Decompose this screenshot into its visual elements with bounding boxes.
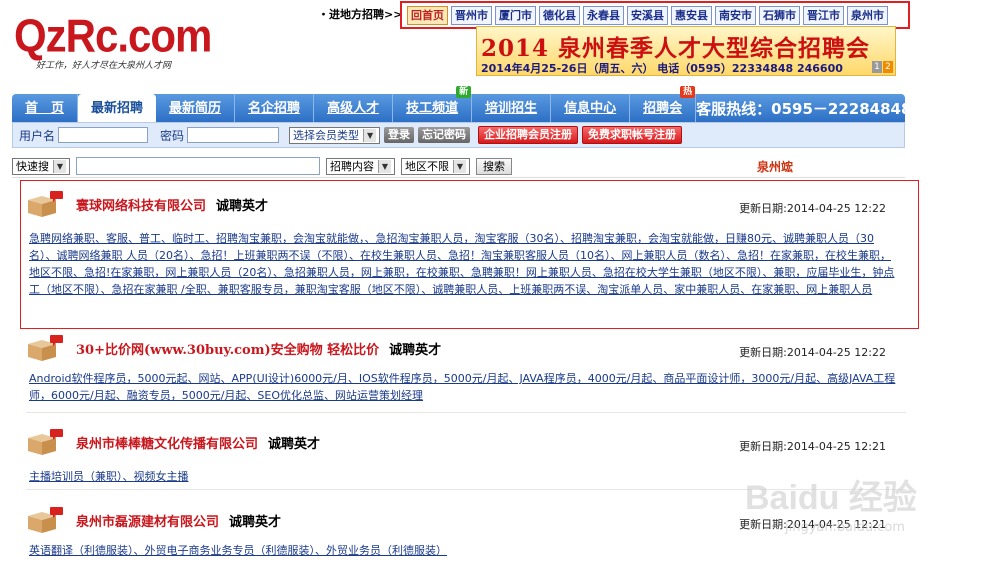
update-date: 更新日期:2014-04-25 12:21 — [739, 440, 886, 453]
hot-badge: 热 — [680, 86, 696, 98]
chevron-down-icon: ▼ — [378, 159, 391, 173]
company-name[interactable]: 30+比价网(www.30buy.com)安全购物 轻松比价 诚聘英才 — [76, 339, 441, 358]
divider — [12, 177, 905, 178]
company-name[interactable]: 泉州市磊源建材有限公司 诚聘英才 — [76, 511, 281, 530]
city-link-home[interactable]: 回首页 — [407, 6, 448, 25]
company-listing: 30+比价网(www.30buy.com)安全购物 轻松比价 诚聘英才 更新日期:… — [26, 332, 896, 402]
box-icon — [28, 429, 63, 455]
baidu-jingyan-watermark: Baidu 经验 jingyan.baidu.com — [745, 470, 965, 550]
banner-page-2[interactable]: 2 — [883, 61, 893, 73]
nav-info-center[interactable]: 信息中心 — [551, 94, 631, 122]
hiring-label: 诚聘英才 — [268, 437, 321, 452]
hiring-label: 诚聘英才 — [216, 199, 269, 214]
city-link[interactable]: 永春县 — [583, 6, 624, 25]
city-link[interactable]: 晋江市 — [803, 6, 844, 25]
company-name[interactable]: 寰球网络科技有限公司 诚聘英才 — [76, 195, 268, 214]
current-city[interactable]: 泉州竤 — [757, 158, 793, 175]
city-link[interactable]: 安溪县 — [627, 6, 668, 25]
quick-search-select[interactable]: 快速搜 ▼ — [12, 157, 70, 175]
job-links[interactable]: 主播培训员（兼职）、视频女主播 — [29, 470, 189, 483]
company-name[interactable]: 泉州市棒棒糖文化传播有限公司 诚聘英才 — [76, 433, 320, 452]
update-date: 更新日期:2014-04-25 12:22 — [739, 202, 886, 215]
city-link[interactable]: 石狮市 — [759, 6, 800, 25]
company-listing: 寰球网络科技有限公司 诚聘英才 更新日期:2014-04-25 12:22 急聘网… — [26, 188, 896, 296]
watermark-url: jingyan.baidu.com — [785, 520, 905, 535]
job-links[interactable]: 英语翻译（利德服装）、外贸电子商务业务专员（利德服装）、外贸业务员（利德服装） — [29, 544, 447, 557]
banner-page-1[interactable]: 1 — [872, 61, 882, 73]
nav-senior-talent[interactable]: 高级人才 — [314, 94, 394, 122]
banner-subtitle: 2014年4月25-26日（周五、六） 电话（0595）22334848 246… — [481, 62, 843, 75]
region-select[interactable]: 地区不限 ▼ — [401, 157, 470, 175]
chevron-down-icon: ▼ — [453, 159, 466, 173]
nav-job-fair[interactable]: 招聘会热 — [630, 86, 697, 122]
search-bar: 快速搜 ▼ 招聘内容 ▼ 地区不限 ▼ 搜索 泉州竤 — [12, 156, 905, 176]
company-listing: 泉州市棒棒糖文化传播有限公司 诚聘英才 更新日期:2014-04-25 12:21… — [26, 426, 896, 483]
banner-title: 2014 泉州春季人才大型综合招聘会 — [481, 35, 871, 62]
forgot-password-button[interactable]: 忘记密码 — [418, 127, 471, 143]
hiring-label: 诚聘英才 — [229, 515, 282, 530]
nav-latest-jobs[interactable]: 最新招聘 — [78, 94, 157, 122]
job-list[interactable]: 急聘网络兼职、客服、普工、临时工、招聘淘宝兼职，会淘宝就能做，、急招淘宝兼职人员… — [29, 230, 897, 298]
update-date: 更新日期:2014-04-25 12:22 — [739, 346, 886, 359]
watermark-text: Baidu 经验 — [745, 479, 917, 517]
city-link[interactable]: 泉州市 — [847, 6, 888, 25]
box-icon — [28, 335, 63, 361]
new-badge: 新 — [456, 86, 472, 98]
nav-technician[interactable]: 技工频道新 — [393, 86, 473, 122]
city-nav: 回首页 晋州市 厦门市 德化县 永春县 安溪县 惠安县 南安市 石狮市 晋江市 … — [407, 6, 888, 25]
divider — [26, 412, 906, 413]
login-button[interactable]: 登录 — [384, 127, 415, 143]
nav-famous-companies[interactable]: 名企招聘 — [235, 94, 315, 122]
city-nav-label: ・进地方招聘>> — [318, 8, 403, 21]
login-bar: 用户名 密码 选择会员类型 ▼ 登录 忘记密码 企业招聘会员注册 免费求职帐号注册 — [12, 122, 905, 148]
search-input[interactable] — [76, 157, 320, 175]
nav-home[interactable]: 首 页 — [12, 94, 79, 122]
city-link[interactable]: 厦门市 — [495, 6, 536, 25]
box-icon — [28, 191, 63, 217]
password-input[interactable] — [187, 127, 280, 143]
service-hotline: 客服热线：0595－22284848 — [696, 99, 912, 118]
username-label: 用户名 — [19, 128, 56, 143]
job-fair-banner[interactable]: 2014 泉州春季人才大型综合招聘会 2014年4月25-26日（周五、六） 电… — [476, 26, 896, 76]
city-link[interactable]: 惠安县 — [671, 6, 712, 25]
box-icon — [28, 507, 63, 533]
chevron-down-icon: ▼ — [363, 128, 377, 142]
site-logo[interactable]: QzRc.com — [14, 11, 212, 60]
member-type-select[interactable]: 选择会员类型 ▼ — [289, 126, 381, 144]
banner-pager: 1 2 — [872, 61, 893, 73]
chevron-down-icon: ▼ — [53, 159, 66, 173]
job-list[interactable]: Android软件程序员，5000元起、网站、APP(UI设计)6000元/月、… — [29, 370, 897, 404]
city-link[interactable]: 南安市 — [715, 6, 756, 25]
username-input[interactable] — [58, 127, 149, 143]
job-links[interactable]: 急聘网络兼职、客服、普工、临时工、招聘淘宝兼职，会淘宝就能做，、急招淘宝兼职人员… — [29, 232, 894, 296]
main-nav: 首 页 最新招聘 最新简历 名企招聘 高级人才 技工频道新 培训招生 信息中心 … — [12, 86, 911, 122]
nav-latest-resumes[interactable]: 最新简历 — [156, 94, 236, 122]
search-field-select[interactable]: 招聘内容 ▼ — [326, 157, 395, 175]
search-button[interactable]: 搜索 — [476, 157, 512, 175]
jobseeker-register-button[interactable]: 免费求职帐号注册 — [582, 126, 683, 144]
job-links[interactable]: Android软件程序员，5000元起、网站、APP(UI设计)6000元/月、… — [29, 372, 895, 402]
nav-training[interactable]: 培训招生 — [472, 94, 552, 122]
hiring-label: 诚聘英才 — [389, 343, 442, 358]
company-register-button[interactable]: 企业招聘会员注册 — [478, 126, 579, 144]
site-slogan: 好工作，好人才尽在大泉州人才网 — [36, 61, 172, 71]
city-link[interactable]: 德化县 — [539, 6, 580, 25]
city-link[interactable]: 晋州市 — [451, 6, 492, 25]
password-label: 密码 — [160, 128, 185, 143]
